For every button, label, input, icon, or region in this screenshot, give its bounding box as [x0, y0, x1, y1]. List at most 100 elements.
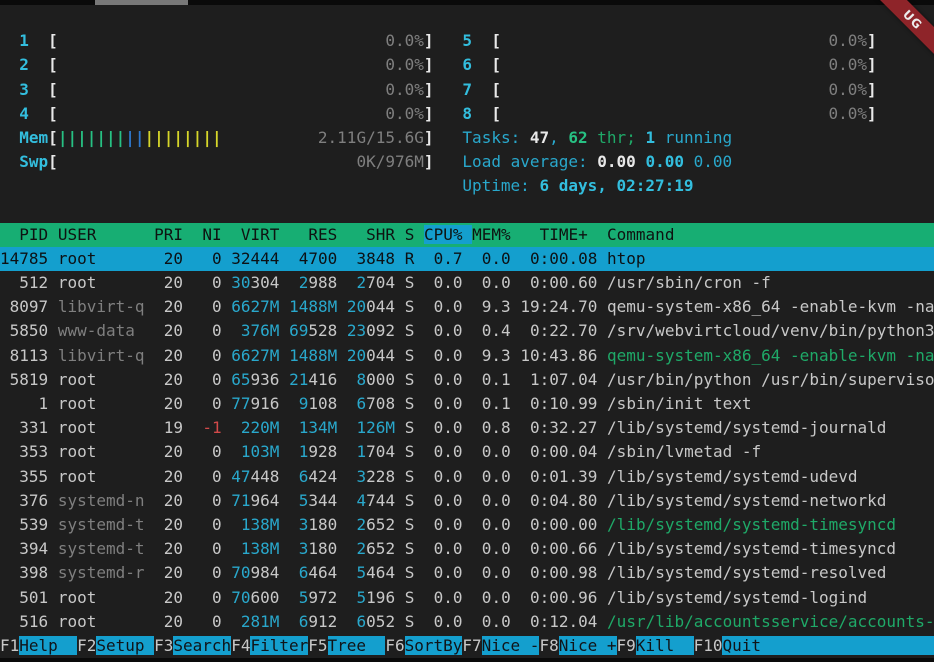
- cell-mem: 0.0: [472, 467, 511, 486]
- fnkey-f5-tree[interactable]: F5Tree: [308, 636, 385, 655]
- cell-cpu: 0.7: [424, 249, 463, 268]
- text: [395, 612, 405, 631]
- text: [29, 55, 48, 74]
- fnkey-key: F3: [154, 636, 173, 655]
- cell-user: root: [58, 442, 145, 461]
- cell-virt-hl: 47: [231, 467, 250, 486]
- process-row-516[interactable]: 516 root 20 0 281M 6912 6052 S 0.0 0.0 0…: [0, 610, 934, 634]
- column-header-user[interactable]: USER: [58, 225, 145, 244]
- text: [347, 273, 357, 292]
- text: [48, 370, 58, 389]
- text: [222, 563, 232, 582]
- fnkey-f3-search[interactable]: F3Search: [154, 636, 231, 655]
- text: [48, 321, 58, 340]
- fnkey-f7-nice-minus[interactable]: F7Nice -: [462, 636, 539, 655]
- cell-ni: 0: [193, 515, 222, 534]
- process-row-394[interactable]: 394 systemd-t 20 0 138M 3180 2652 S 0.0 …: [0, 537, 934, 561]
- text: [674, 225, 934, 244]
- fnkey-f9-kill[interactable]: F9Kill: [617, 636, 694, 655]
- cpu-meters-row: 4 [ 0.0%] 8 [ 0.0%]: [0, 102, 934, 126]
- meter-open-bracket: [: [48, 80, 58, 99]
- text: [414, 297, 424, 316]
- text: [183, 539, 193, 558]
- cell-virt-hl: 70: [231, 588, 250, 607]
- process-row-8113[interactable]: 8113 libvirt-q 20 0 6627M 1488M 20044 S …: [0, 344, 934, 368]
- cell-virt-rest: 304: [251, 273, 280, 292]
- text: [684, 152, 694, 171]
- column-header-ni[interactable]: NI: [193, 225, 222, 244]
- fnkey-key: F5: [308, 636, 327, 655]
- column-header-virt[interactable]: VIRT: [231, 225, 279, 244]
- fnkey-f4-filter[interactable]: F4Filter: [231, 636, 308, 655]
- text: [183, 297, 193, 316]
- text: [463, 394, 473, 413]
- process-row-355[interactable]: 355 root 20 0 47448 6424 3228 S 0.0 0.0 …: [0, 465, 934, 489]
- text: [597, 297, 607, 316]
- process-row-5819[interactable]: 5819 root 20 0 65936 21416 8000 S 0.0 0.…: [0, 368, 934, 392]
- meter-close-bracket: ]: [424, 152, 434, 171]
- text: [347, 539, 357, 558]
- cell-virt-hl: 281M: [241, 612, 280, 631]
- text: [337, 563, 347, 582]
- cell-user: libvirt-q: [58, 297, 145, 316]
- cpu-meter-label: 1: [19, 31, 29, 50]
- cell-res: 1928: [289, 442, 337, 461]
- fnkey-f8-nice-plus[interactable]: F8Nice +: [539, 636, 616, 655]
- text: [231, 321, 241, 340]
- column-header-pri[interactable]: PRI: [154, 225, 183, 244]
- cpu-meter-6: 6 [ 0.0%]: [462, 55, 876, 74]
- cell-cpu: 0.0: [424, 273, 463, 292]
- text: [597, 563, 607, 582]
- process-row-376[interactable]: 376 systemd-n 20 0 71964 5344 4744 S 0.0…: [0, 489, 934, 513]
- column-header-mem[interactable]: MEM%: [472, 225, 511, 244]
- text: [58, 152, 357, 171]
- column-header-pid[interactable]: PID: [0, 225, 48, 244]
- cell-virt-hl: 6627M: [231, 297, 279, 316]
- text: [501, 80, 829, 99]
- cell-ni: 0: [193, 249, 222, 268]
- process-row-398[interactable]: 398 systemd-r 20 0 70984 6464 5464 S 0.0…: [0, 561, 934, 585]
- text: [0, 104, 19, 123]
- text: [434, 80, 463, 99]
- text: [145, 346, 155, 365]
- cell-user: root: [58, 249, 145, 268]
- text: [434, 55, 463, 74]
- column-header-time[interactable]: TIME+: [540, 225, 588, 244]
- fnkey-f2-setup[interactable]: F2Setup: [77, 636, 154, 655]
- cell-cpu: 0.0: [424, 612, 463, 631]
- column-header-command[interactable]: Command: [607, 225, 674, 244]
- column-header-res[interactable]: RES: [289, 225, 337, 244]
- cell-pri: 20: [154, 467, 183, 486]
- process-row-331[interactable]: 331 root 19 -1 220M 134M 126M S 0.0 0.8 …: [0, 416, 934, 440]
- text: [183, 612, 193, 631]
- text: [222, 467, 232, 486]
- column-header-state[interactable]: S: [405, 225, 415, 244]
- text: [337, 467, 347, 486]
- cell-user: root: [58, 467, 145, 486]
- process-row-8097[interactable]: 8097 libvirt-q 20 0 6627M 1488M 20044 S …: [0, 295, 934, 319]
- cell-cpu: 0.0: [424, 394, 463, 413]
- text: [337, 321, 347, 340]
- column-header-shr[interactable]: SHR: [347, 225, 395, 244]
- fnkey-key: F4: [231, 636, 250, 655]
- text: [222, 539, 232, 558]
- process-row-353[interactable]: 353 root 20 0 103M 1928 1704 S 0.0 0.0 0…: [0, 440, 934, 464]
- fnkey-f6-sortby[interactable]: F6SortBy: [385, 636, 462, 655]
- process-row-512[interactable]: 512 root 20 0 30304 2988 2704 S 0.0 0.0 …: [0, 271, 934, 295]
- text: [501, 31, 829, 50]
- process-row-539[interactable]: 539 systemd-t 20 0 138M 3180 2652 S 0.0 …: [0, 513, 934, 537]
- cell-shr-rest: 228: [366, 467, 395, 486]
- process-row-14785[interactable]: 14785 root 20 0 32444 4700 3848 R 0.7 0.…: [0, 247, 934, 271]
- cell-user: root: [58, 418, 145, 437]
- process-row-501[interactable]: 501 root 20 0 70600 5972 5196 S 0.0 0.0 …: [0, 586, 934, 610]
- fnkey-f1-help[interactable]: F1Help: [0, 636, 77, 655]
- cell-virt-hl: 71: [231, 491, 250, 510]
- fnkey-f10-quit[interactable]: F10Quit: [694, 636, 934, 655]
- process-row-1[interactable]: 1 root 20 0 77916 9108 6708 S 0.0 0.1 0:…: [0, 392, 934, 416]
- cell-mem: 0.0: [472, 539, 511, 558]
- meter-close-bracket: ]: [424, 31, 434, 50]
- process-row-5850[interactable]: 5850 www-data 20 0 376M 69528 23092 S 0.…: [0, 319, 934, 343]
- column-header-cpu[interactable]: CPU%: [424, 225, 472, 244]
- cell-user: systemd-n: [58, 491, 145, 510]
- meter-open-bracket: [: [48, 128, 58, 147]
